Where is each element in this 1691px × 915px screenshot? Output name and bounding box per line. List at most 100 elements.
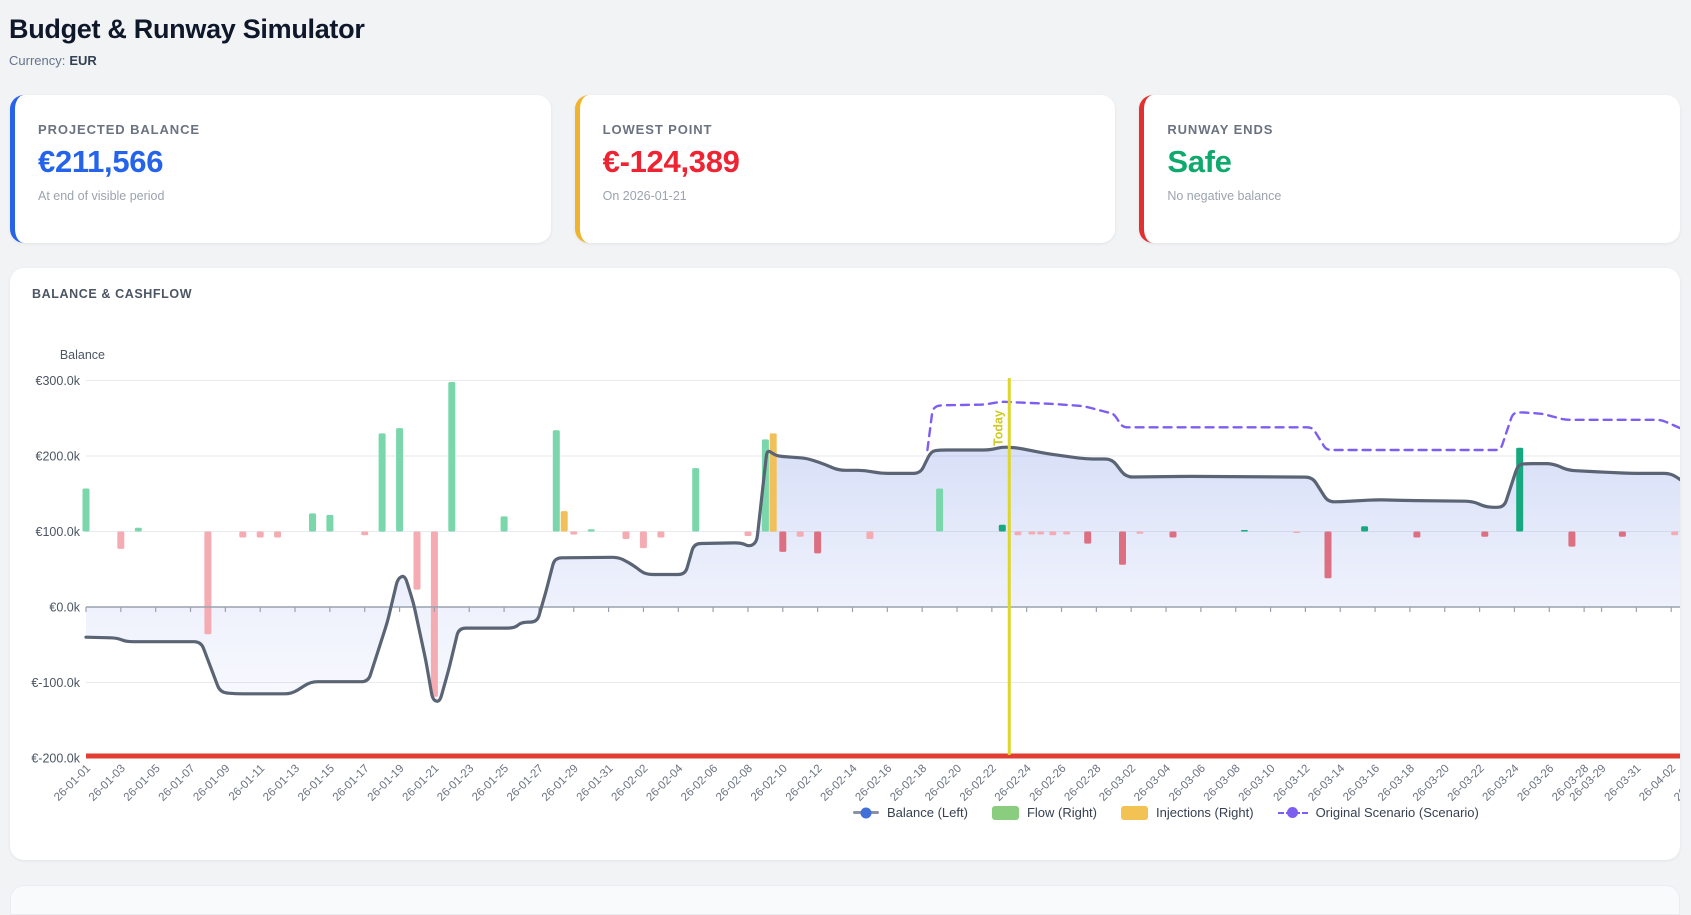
flow-bar xyxy=(1671,532,1678,536)
flow-bar xyxy=(414,532,421,590)
flow-bar xyxy=(588,529,595,531)
legend-item-flow[interactable]: Flow (Right) xyxy=(992,805,1097,820)
flow-bar xyxy=(135,528,142,532)
flow-bar xyxy=(779,532,786,552)
flow-bar xyxy=(1136,532,1143,534)
x-tick-label: 26-03-08 xyxy=(1202,763,1243,804)
legend-item-original-scenario[interactable]: Original Scenario (Scenario) xyxy=(1278,805,1479,820)
cashflow-chart: Today€300.0k€200.0k€100.0k€0.0k€-100.0k€… xyxy=(10,330,1680,815)
x-tick-label: 26-02-08 xyxy=(714,763,755,804)
next-section-card-partial xyxy=(10,885,1680,915)
x-tick-label: 26-02-20 xyxy=(923,763,964,804)
x-tick-label: 26-01-09 xyxy=(191,763,232,804)
x-tick-label: 26-01-21 xyxy=(400,763,441,804)
flow-bar xyxy=(309,513,316,531)
scenario-line xyxy=(927,402,1680,450)
x-tick-label: 26-03-10 xyxy=(1237,763,1278,804)
card-label: PROJECTED BALANCE xyxy=(38,122,551,137)
x-tick-label: 26-01-29 xyxy=(540,763,581,804)
flow-bar xyxy=(1568,532,1575,547)
x-tick-label: 26-03-20 xyxy=(1411,763,1452,804)
projected-balance-card: PROJECTED BALANCE €211,566 At end of vis… xyxy=(10,95,551,243)
x-tick-label: 26-02-06 xyxy=(679,763,720,804)
card-value: €211,566 xyxy=(38,144,551,180)
x-tick-label: 26-03-14 xyxy=(1306,762,1347,803)
flow-bar xyxy=(396,428,403,531)
x-tick-label: 26-01-17 xyxy=(331,763,372,804)
injections-legend-marker-icon xyxy=(1121,806,1148,820)
legend-label: Original Scenario (Scenario) xyxy=(1316,805,1479,820)
injection-bar xyxy=(770,433,777,531)
chart-legend: Balance (Left) Flow (Right) Injections (… xyxy=(853,805,1479,820)
x-tick-label: 26-02-28 xyxy=(1062,763,1103,804)
legend-item-balance[interactable]: Balance (Left) xyxy=(853,805,968,820)
y-tick-label: €0.0k xyxy=(49,601,80,615)
flow-bar xyxy=(501,516,508,531)
legend-item-injections[interactable]: Injections (Right) xyxy=(1121,805,1254,820)
y-tick-label: €200.0k xyxy=(36,450,81,464)
x-tick-label: 26-01-27 xyxy=(505,763,546,804)
flow-bar xyxy=(1028,532,1035,535)
legend-label: Balance (Left) xyxy=(887,805,968,820)
balance-legend-marker-icon xyxy=(853,811,879,814)
flow-bar xyxy=(117,532,124,549)
y-tick-label: €300.0k xyxy=(36,374,81,388)
currency-value: EUR xyxy=(69,53,96,68)
x-tick-label: 26-01-19 xyxy=(366,763,407,804)
x-tick-label: 26-01-15 xyxy=(296,763,337,804)
x-tick-label: 26-01-01 xyxy=(52,763,93,804)
x-tick-label: 26-02-10 xyxy=(749,763,790,804)
x-tick-label: 26-03-26 xyxy=(1515,763,1556,804)
x-tick-label: 26-02-14 xyxy=(819,762,860,803)
flow-bar xyxy=(204,532,211,635)
lowest-point-card: LOWEST POINT €-124,389 On 2026-01-21 xyxy=(575,95,1116,243)
x-tick-label: 26-01-05 xyxy=(122,763,163,804)
flow-bar xyxy=(257,532,264,538)
card-subtext: No negative balance xyxy=(1167,189,1680,203)
x-tick-label: 26-02-18 xyxy=(888,763,929,804)
x-tick-label: 26-02-26 xyxy=(1028,763,1069,804)
x-tick-label: 26-03-18 xyxy=(1376,763,1417,804)
injection-bar xyxy=(561,511,568,531)
legend-label: Flow (Right) xyxy=(1027,805,1097,820)
x-tick-label: 26-02-24 xyxy=(993,762,1034,803)
x-tick-label: 26-03-02 xyxy=(1097,763,1138,804)
x-tick-label: 26-03-12 xyxy=(1271,763,1312,804)
chart-title: BALANCE & CASHFLOW xyxy=(32,287,192,301)
page-header: Budget & Runway Simulator Currency:EUR xyxy=(9,14,365,68)
flow-bar xyxy=(1049,532,1056,536)
card-value: €-124,389 xyxy=(603,144,1116,180)
card-value: Safe xyxy=(1167,144,1680,180)
balance-cashflow-card: BALANCE & CASHFLOW Today€300.0k€200.0k€1… xyxy=(10,268,1680,860)
card-label: LOWEST POINT xyxy=(603,122,1116,137)
x-tick-label: 26-01-13 xyxy=(261,763,302,804)
runway-ends-card: RUNWAY ENDS Safe No negative balance xyxy=(1139,95,1680,243)
currency-line: Currency:EUR xyxy=(9,53,365,68)
x-tick-label: 26-01-31 xyxy=(575,763,616,804)
x-tick-label: 26-02-12 xyxy=(784,763,825,804)
x-tick-label: 26-03-22 xyxy=(1446,763,1487,804)
x-tick-label: 26-01-03 xyxy=(87,763,128,804)
card-label: RUNWAY ENDS xyxy=(1167,122,1680,137)
x-tick-label: 26-02-02 xyxy=(610,763,651,804)
x-tick-label: 26-04-02 xyxy=(1637,763,1678,804)
x-tick-label: 26-01-23 xyxy=(435,763,476,804)
flow-bar xyxy=(1361,526,1368,531)
flow-bar xyxy=(692,468,699,531)
flow-bar xyxy=(1619,532,1626,537)
y-tick-label: €100.0k xyxy=(36,525,81,539)
y-tick-label: €-100.0k xyxy=(31,676,80,690)
flow-legend-marker-icon xyxy=(992,806,1019,820)
flow-bar xyxy=(1037,532,1044,535)
flow-bar xyxy=(1413,532,1420,538)
flow-bar xyxy=(431,532,438,697)
x-tick-label: 26-03-16 xyxy=(1341,763,1382,804)
flow-bar xyxy=(814,532,821,554)
flow-bar xyxy=(553,430,560,531)
flow-bar xyxy=(623,532,630,540)
x-tick-label: 26-02-22 xyxy=(958,763,999,804)
x-tick-label: 26-01-11 xyxy=(227,763,267,803)
flow-bar xyxy=(326,515,333,532)
flow-bar xyxy=(657,532,664,538)
y-tick-label: €-200.0k xyxy=(31,752,80,766)
